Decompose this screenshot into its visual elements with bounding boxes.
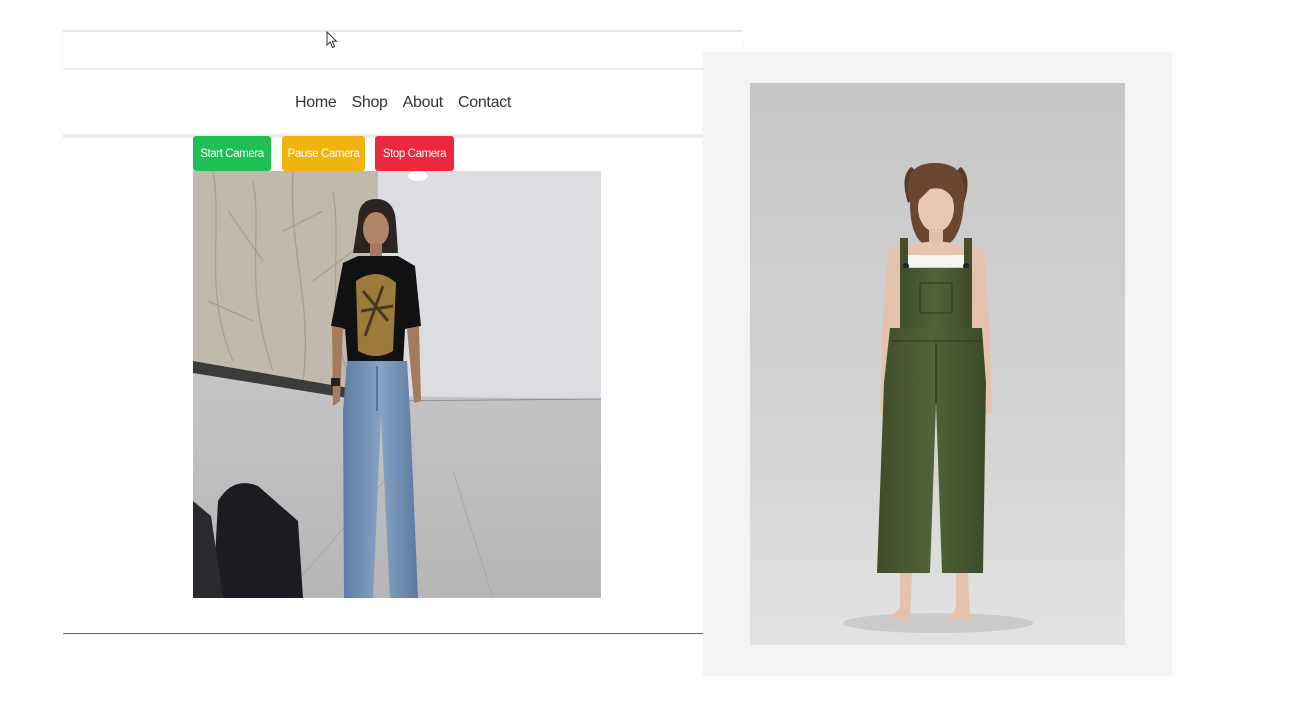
start-camera-button[interactable]: Start Camera xyxy=(193,136,271,171)
camera-feed-image xyxy=(193,171,601,598)
stop-camera-button[interactable]: Stop Camera xyxy=(375,136,454,171)
nav-link-about[interactable]: About xyxy=(403,94,444,112)
page-divider xyxy=(63,633,743,634)
main-navbar: Home Shop About Contact xyxy=(63,70,743,138)
nav-link-home[interactable]: Home xyxy=(295,94,337,112)
browser-top-bar xyxy=(63,30,743,72)
camera-feed xyxy=(193,171,601,598)
product-model-image xyxy=(750,83,1125,645)
mouse-pointer-icon xyxy=(326,31,338,49)
pause-camera-button[interactable]: Pause Camera xyxy=(282,136,365,171)
nav-link-shop[interactable]: Shop xyxy=(351,94,387,112)
nav-link-contact[interactable]: Contact xyxy=(458,94,511,112)
